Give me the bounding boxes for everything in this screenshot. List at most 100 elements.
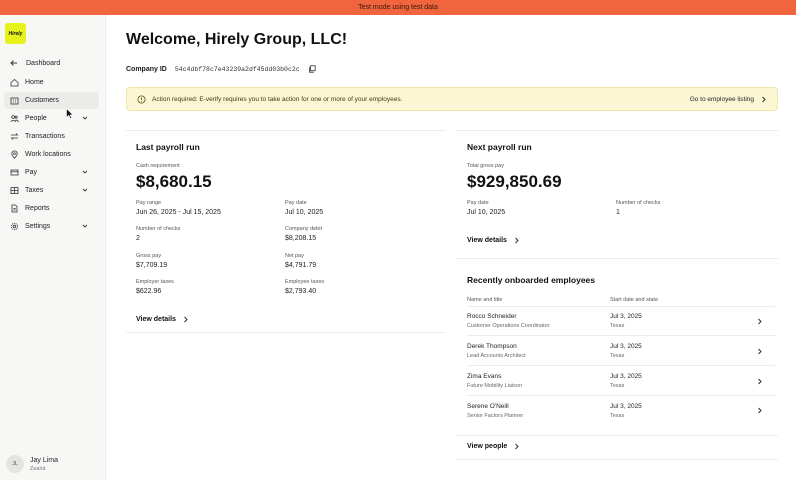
employer-taxes-value: $622.96 [136,288,162,295]
sidebar-item-home[interactable]: Home [4,74,99,91]
employee-state: Texas [610,383,625,389]
sidebar-item-label: Transactions [25,133,65,140]
sidebar-item-reports[interactable]: Reports [4,200,99,217]
card-divider [456,459,778,460]
gross-pay-label: Gross pay [136,253,162,259]
cash-requirement-label: Cash requirement [136,163,180,169]
sidebar-item-label: Settings [25,223,51,230]
home-icon [10,78,19,87]
sidebar-item-label: People [25,115,47,122]
mouse-cursor-icon [66,108,74,119]
people-icon [10,114,19,123]
chevron-down-icon [82,116,88,120]
sidebar-item-label: Work locations [25,151,71,158]
employee-title: Customer Operations Coordinator [467,323,550,329]
sidebar-item-label: Taxes [25,187,44,194]
table-divider [467,395,775,396]
employer-taxes-label: Employer taxes [136,279,174,285]
last-payroll-title: Last payroll run [136,142,200,152]
pay-date-label: Pay date [285,200,307,206]
location-icon [10,150,19,159]
user-name: Jay Lima [30,456,59,464]
building-icon [10,96,19,105]
employee-title: Lead Accounts Architect [467,353,526,359]
table-divider [467,306,775,307]
cash-requirement-value: $8,680.15 [136,172,212,191]
chevron-right-icon [515,443,519,450]
user-profile[interactable]: JL Jay Lima Zealot [6,455,58,473]
view-details-label: View details [136,316,176,323]
sidebar-item-customers[interactable]: Customers [4,92,99,109]
chevron-down-icon [82,188,88,192]
back-label: Dashboard [26,59,61,67]
chevron-right-icon [762,96,766,102]
last-payroll-view-details-link[interactable]: View details [136,316,189,323]
main-content: Welcome, Hirely Group, LLC! Company ID 5… [106,15,796,480]
card-divider [456,130,778,131]
number-of-checks-value: 2 [136,235,140,242]
employee-start-date: Jul 3, 2025 [610,343,642,350]
sidebar-item-settings[interactable]: Settings [4,218,99,235]
user-role: Zealot [30,465,46,472]
next-payroll-view-details-link[interactable]: View details [467,237,520,244]
employee-title: Senior Factors Planner [467,413,524,419]
chevron-right-icon [758,348,762,355]
view-people-link[interactable]: View people [467,443,520,450]
next-number-of-checks-value: 1 [616,209,620,216]
gross-pay-value: $7,709.19 [136,262,168,269]
sidebar-item-taxes[interactable]: Taxes [4,182,99,199]
company-id-value: 54c4dbf78c7e43239a2df45dd03b0c2c [174,65,300,73]
card-divider [126,130,446,131]
copy-icon[interactable] [308,65,316,73]
taxes-icon [10,186,19,195]
chevron-down-icon [82,224,88,228]
alert-link-label: Go to employee listing [689,95,754,103]
employee-taxes-value: $2,793.40 [285,288,317,295]
net-pay-value: $4,791.79 [285,262,317,269]
next-payroll-title: Next payroll run [467,142,532,152]
recent-employees-title: Recently onboarded employees [467,275,596,285]
back-to-dashboard[interactable]: Dashboard [10,59,60,67]
company-id-label: Company ID [126,65,167,73]
test-mode-banner: Test mode using test data [0,0,796,15]
employee-state: Texas [610,353,625,359]
total-gross-pay-value: $929,850.69 [467,172,562,191]
company-debit-label: Company debit [285,226,322,232]
number-of-checks-label: Number of checks [136,226,181,232]
view-details-label: View details [467,237,507,244]
employee-name: Zima Evans [467,373,502,380]
reports-icon [10,204,19,213]
chevron-right-icon [184,316,188,323]
employee-name: Derek Thompson [467,343,517,350]
employee-name: Serene O'Neill [467,403,509,410]
sidebar-item-pay[interactable]: Pay [4,164,99,181]
company-debit-value: $8,208.15 [285,235,317,242]
sidebar-item-transactions[interactable]: Transactions [4,128,99,145]
card-divider [456,435,778,436]
sidebar-item-label: Home [25,79,44,86]
employee-taxes-label: Employee taxes [285,279,325,285]
sidebar: Hirely Dashboard Home Customers People T… [0,15,106,480]
pay-range-value: Jun 26, 2025 - Jul 15, 2025 [136,209,221,216]
sidebar-item-label: Reports [25,205,50,212]
hirely-logo[interactable]: Hirely [5,23,26,44]
sidebar-item-people[interactable]: People [4,110,99,127]
employee-state: Texas [610,323,625,329]
avatar: JL [6,455,24,473]
go-to-employee-listing-link[interactable]: Go to employee listing [690,96,767,103]
total-gross-pay-label: Total gross pay [467,163,504,169]
sidebar-item-label: Pay [25,169,38,176]
page-title: Welcome, Hirely Group, LLC! [126,31,348,48]
transactions-icon [10,132,19,141]
column-header-start: Start date and state [610,297,659,303]
table-divider [467,365,775,366]
chevron-right-icon [758,378,762,385]
alert-text: Action required: E-verify requires you t… [152,95,403,103]
next-pay-date-value: Jul 10, 2025 [467,209,506,216]
chevron-right-icon [758,407,762,414]
pay-range-label: Pay range [136,200,162,206]
net-pay-label: Net pay [285,253,304,259]
column-header-name: Name and title [467,297,503,303]
next-pay-date-label: Pay date [467,200,489,206]
sidebar-item-work-locations[interactable]: Work locations [4,146,99,163]
